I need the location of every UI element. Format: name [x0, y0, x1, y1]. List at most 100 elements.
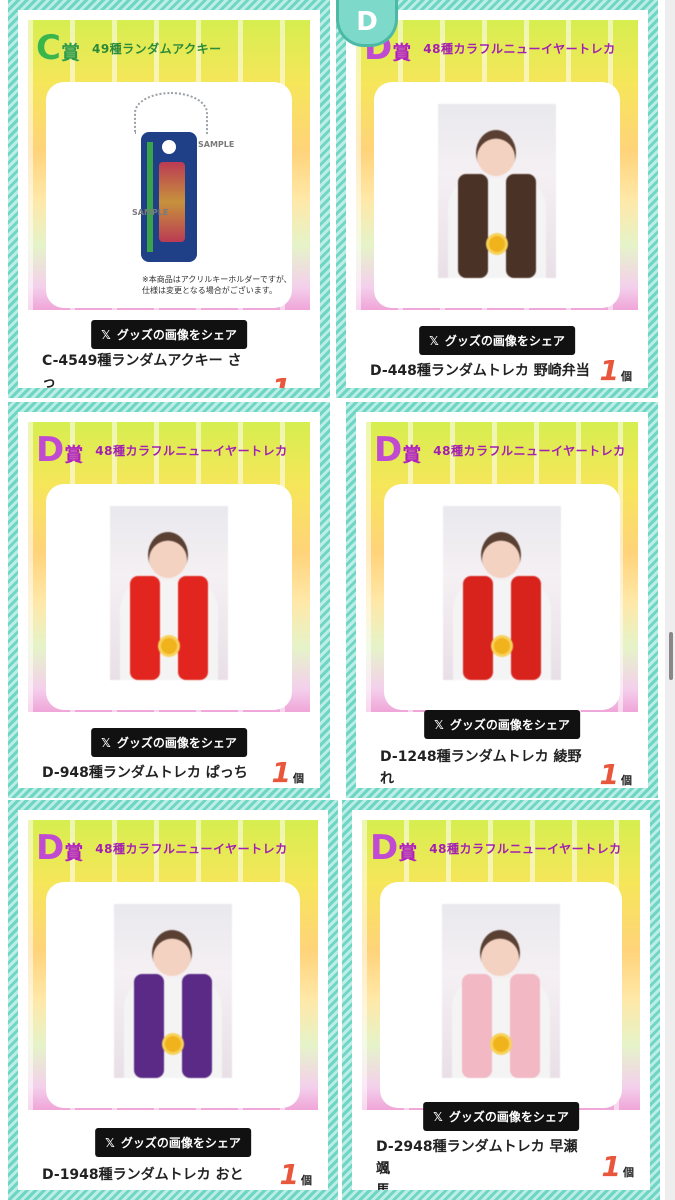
- count-number: 1: [599, 354, 619, 387]
- scarf: [511, 576, 541, 680]
- prize-rank: D賞: [36, 828, 84, 868]
- share-goods-image-button[interactable]: 𝕏 グッズの画像をシェア: [91, 728, 247, 757]
- item-count: 1 個: [602, 1150, 634, 1183]
- prize-banner: D賞 48種カラフルニューイヤートレカ: [356, 20, 638, 310]
- prize-rank: D賞: [36, 430, 84, 470]
- trading-card-photo: [438, 104, 556, 278]
- count-number: 1: [271, 756, 291, 788]
- count-number: 1: [272, 372, 291, 388]
- trading-card-photo: [114, 904, 232, 1078]
- trading-card-photo: [443, 506, 561, 680]
- count-unit: 個: [623, 1166, 634, 1179]
- prize-card-inner: D賞 48種カラフルニューイヤートレカ 𝕏 グッズの画像をシェア D-1248種…: [356, 412, 648, 788]
- product-title-line: D-1948種ランダムトレカ おと: [42, 1167, 244, 1183]
- share-button-label: グッズの画像をシェア: [116, 736, 237, 750]
- prize-subtitle: 48種カラフルニューイヤートレカ: [433, 443, 626, 458]
- scarf: [178, 576, 208, 680]
- item-count: 1 個: [272, 756, 304, 788]
- product-title: D-1948種ランダムトレカ おと: [42, 1164, 272, 1186]
- prize-banner: C賞 49種ランダムアクキー SAMPLE SAMPLE ※本商品はアクリルキー…: [28, 20, 310, 310]
- count-number: 1: [599, 758, 619, 788]
- product-title: D-2948種ランダムトレカ 早瀬 颯 馬: [376, 1136, 596, 1190]
- prize-banner-header: D賞 48種カラフルニューイヤートレカ: [362, 26, 632, 70]
- x-logo-icon: 𝕏: [433, 1109, 443, 1124]
- scrollbar-thumb[interactable]: [669, 632, 673, 680]
- trading-card-photo: [110, 506, 228, 680]
- share-button-label: グッズの画像をシェア: [449, 718, 570, 732]
- prize-card: D賞 48種カラフルニューイヤートレカ 𝕏 グッズの画像をシェア D-948種ラ…: [8, 402, 330, 798]
- trading-card-photo: [442, 904, 560, 1078]
- count-unit: 個: [301, 1174, 312, 1187]
- prize-card-inner: D賞 48種カラフルニューイヤートレカ 𝕏 グッズの画像をシェア D-948種ラ…: [18, 412, 320, 788]
- scarf: [463, 576, 493, 680]
- scarf: [458, 174, 488, 278]
- count-number: 1: [601, 1150, 621, 1183]
- product-image-frame: [46, 484, 292, 710]
- scarf: [182, 974, 212, 1078]
- scarf: [462, 974, 492, 1078]
- prize-rank: D賞: [374, 430, 422, 470]
- sample-watermark: SAMPLE: [132, 208, 169, 217]
- prize-card: C賞 49種ランダムアクキー SAMPLE SAMPLE ※本商品はアクリルキー…: [8, 0, 330, 398]
- share-button-label: グッズの画像をシェア: [116, 328, 237, 342]
- prize-rank: D賞: [370, 828, 418, 868]
- share-goods-image-button[interactable]: 𝕏 グッズの画像をシェア: [419, 326, 575, 355]
- share-button-label: グッズの画像をシェア: [444, 334, 565, 348]
- prize-banner: D賞 48種カラフルニューイヤートレカ: [28, 820, 318, 1110]
- x-logo-icon: 𝕏: [434, 717, 444, 732]
- share-goods-image-button[interactable]: 𝕏 グッズの画像をシェア: [95, 1128, 251, 1157]
- product-title-line: D-948種ランダムトレカ ぱっち: [42, 765, 248, 781]
- prize-card: D賞 48種カラフルニューイヤートレカ 𝕏 グッズの画像をシェア D-1948種…: [8, 800, 338, 1200]
- prize-rank: C賞: [36, 28, 80, 68]
- share-button-label: グッズの画像をシェア: [448, 1110, 569, 1124]
- prize-card: D賞 48種カラフルニューイヤートレカ 𝕏 グッズの画像をシェア D-1248種…: [346, 402, 658, 798]
- count-unit: 個: [621, 370, 632, 383]
- product-title: D-448種ランダムトレカ 野崎弁当: [370, 360, 600, 382]
- prize-card-inner: D賞 48種カラフルニューイヤートレカ 𝕏 グッズの画像をシェア D-2948種…: [352, 810, 650, 1190]
- item-count: 1 個: [600, 758, 632, 788]
- prize-banner-header: D賞 48種カラフルニューイヤートレカ: [368, 826, 634, 870]
- prize-subtitle: 48種カラフルニューイヤートレカ: [95, 841, 288, 856]
- item-count: 1 個: [280, 1158, 312, 1190]
- x-logo-icon: 𝕏: [429, 333, 439, 348]
- share-goods-image-button[interactable]: 𝕏 グッズの画像をシェア: [424, 710, 580, 739]
- product-title: D-1248種ランダムトレカ 綾野れ ん: [380, 746, 590, 788]
- prize-subtitle: 48種カラフルニューイヤートレカ: [95, 443, 288, 458]
- product-title: C-4549種ランダムアクキー さっ さー: [42, 350, 252, 388]
- prize-banner: D賞 48種カラフルニューイヤートレカ: [366, 422, 638, 712]
- prize-card: D賞 48種カラフルニューイヤートレカ 𝕏 グッズの画像をシェア D-448種ラ…: [336, 0, 658, 398]
- x-logo-icon: 𝕏: [105, 1135, 115, 1150]
- share-goods-image-button[interactable]: 𝕏 グッズの画像をシェア: [91, 320, 247, 349]
- x-logo-icon: 𝕏: [101, 327, 111, 342]
- item-count: 1 個: [600, 354, 632, 387]
- keychain-image: [141, 132, 197, 262]
- prize-banner-header: D賞 48種カラフルニューイヤートレカ: [34, 428, 304, 472]
- count-unit: 個: [293, 772, 304, 785]
- product-image-frame: [380, 882, 622, 1108]
- scarf: [510, 974, 540, 1078]
- scarf: [130, 576, 160, 680]
- product-image-frame: [384, 484, 620, 710]
- sample-watermark: SAMPLE: [198, 140, 235, 149]
- scarf: [134, 974, 164, 1078]
- ball-chain: [134, 92, 208, 134]
- share-button-label: グッズの画像をシェア: [120, 1136, 241, 1150]
- x-logo-icon: 𝕏: [101, 735, 111, 750]
- count-unit: 個: [293, 386, 304, 388]
- prize-card-inner: D賞 48種カラフルニューイヤートレカ 𝕏 グッズの画像をシェア D-1948種…: [18, 810, 328, 1190]
- prize-card-inner: D賞 48種カラフルニューイヤートレカ 𝕏 グッズの画像をシェア D-448種ラ…: [346, 10, 648, 388]
- share-goods-image-button[interactable]: 𝕏 グッズの画像をシェア: [423, 1102, 579, 1131]
- product-image-frame: SAMPLE SAMPLE ※本商品はアクリルキーホルダーですが、 仕様は変更と…: [46, 82, 292, 308]
- prize-banner: D賞 48種カラフルニューイヤートレカ: [362, 820, 640, 1110]
- product-title-line: D-448種ランダムトレカ 野崎弁当: [370, 363, 590, 379]
- prize-banner-header: C賞 49種ランダムアクキー: [34, 26, 304, 70]
- product-title-line: 馬: [376, 1180, 596, 1190]
- prize-card-inner: C賞 49種ランダムアクキー SAMPLE SAMPLE ※本商品はアクリルキー…: [18, 10, 320, 388]
- prize-banner-header: D賞 48種カラフルニューイヤートレカ: [34, 826, 312, 870]
- item-count: 1 個: [272, 372, 304, 388]
- scrollbar-track[interactable]: [665, 0, 675, 1200]
- product-title-line: D-1248種ランダムトレカ 綾野れ: [380, 749, 582, 787]
- prize-subtitle: 49種ランダムアクキー: [91, 41, 222, 56]
- product-title-line: D-2948種ランダムトレカ 早瀬 颯: [376, 1139, 578, 1177]
- product-note: ※本商品はアクリルキーホルダーですが、 仕様は変更となる場合がございます。: [142, 275, 292, 295]
